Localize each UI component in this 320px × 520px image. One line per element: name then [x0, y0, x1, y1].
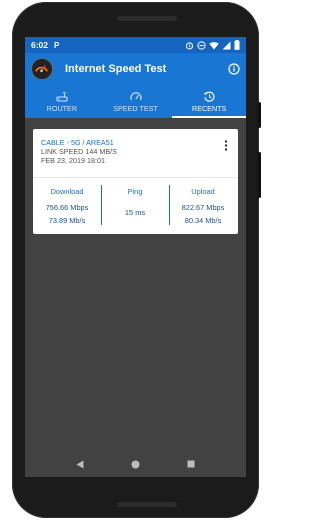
signal-icon: [222, 41, 231, 49]
card-header: CABLE - 5G / AREA51 LINK SPEED 144 MB/S …: [41, 138, 117, 165]
metrics-row: Download 756.66 Mbps 73.89 Mb/s Ping 15 …: [33, 178, 238, 234]
download-label: Download: [50, 187, 84, 196]
app-bar: Internet Speed Test: [25, 53, 246, 85]
notification-p-icon: P: [54, 40, 60, 50]
upload-mbs: 80.34 Mb/s: [184, 216, 222, 225]
recents-icon[interactable]: [187, 460, 195, 468]
speedometer-icon: [31, 58, 53, 80]
upload-metric: Upload 822.67 Mbps 80.34 Mb/s: [169, 178, 237, 234]
app-screen: 6:02 P Internet Speed Test ROUTER SPEED …: [25, 37, 246, 477]
power-button: [258, 102, 261, 128]
tab-router[interactable]: ROUTER: [25, 85, 99, 118]
tab-bar: ROUTER SPEED TEST RECENTS: [25, 85, 246, 118]
status-icons: [185, 40, 240, 50]
earpiece-speaker: [117, 16, 177, 21]
recent-test-card[interactable]: CABLE - 5G / AREA51 LINK SPEED 144 MB/S …: [33, 129, 238, 234]
battery-icon: [234, 40, 240, 50]
ping-metric: Ping 15 ms: [101, 178, 169, 234]
status-time: 6:02: [31, 40, 49, 50]
back-icon[interactable]: [76, 460, 84, 469]
upload-label: Upload: [191, 187, 215, 196]
download-mbps: 756.66 Mbps: [45, 203, 89, 212]
gauge-icon: [129, 91, 142, 100]
router-icon: [56, 91, 68, 102]
bottom-speaker: [117, 502, 177, 507]
tab-speed-test[interactable]: SPEED TEST: [99, 85, 173, 118]
status-bar: 6:02 P: [25, 37, 246, 53]
tab-recents[interactable]: RECENTS: [172, 85, 246, 118]
tab-speed-test-label: SPEED TEST: [113, 103, 158, 113]
volume-button: [258, 152, 261, 198]
home-icon[interactable]: [131, 460, 140, 469]
more-vert-icon[interactable]: [224, 140, 228, 151]
download-mbs: 73.89 Mb/s: [48, 216, 86, 225]
info-icon[interactable]: [228, 63, 240, 75]
tab-router-label: ROUTER: [46, 103, 78, 113]
wifi-icon: [209, 41, 219, 49]
system-nav-bar: [25, 450, 246, 478]
alarm-icon: [185, 41, 194, 50]
app-title: Internet Speed Test: [65, 63, 167, 75]
do-not-disturb-icon: [197, 40, 206, 50]
ping-value: 15 ms: [124, 208, 146, 217]
test-date: FEB 23, 2019 18:01: [41, 156, 105, 165]
ping-label: Ping: [127, 187, 143, 196]
connection-name: CABLE - 5G / AREA51: [41, 138, 114, 147]
history-icon: [203, 91, 215, 102]
tab-recents-label: RECENTS: [192, 103, 227, 113]
link-speed: LINK SPEED 144 MB/S: [41, 147, 117, 156]
upload-mbps: 822.67 Mbps: [181, 203, 225, 212]
download-metric: Download 756.66 Mbps 73.89 Mb/s: [33, 178, 101, 234]
